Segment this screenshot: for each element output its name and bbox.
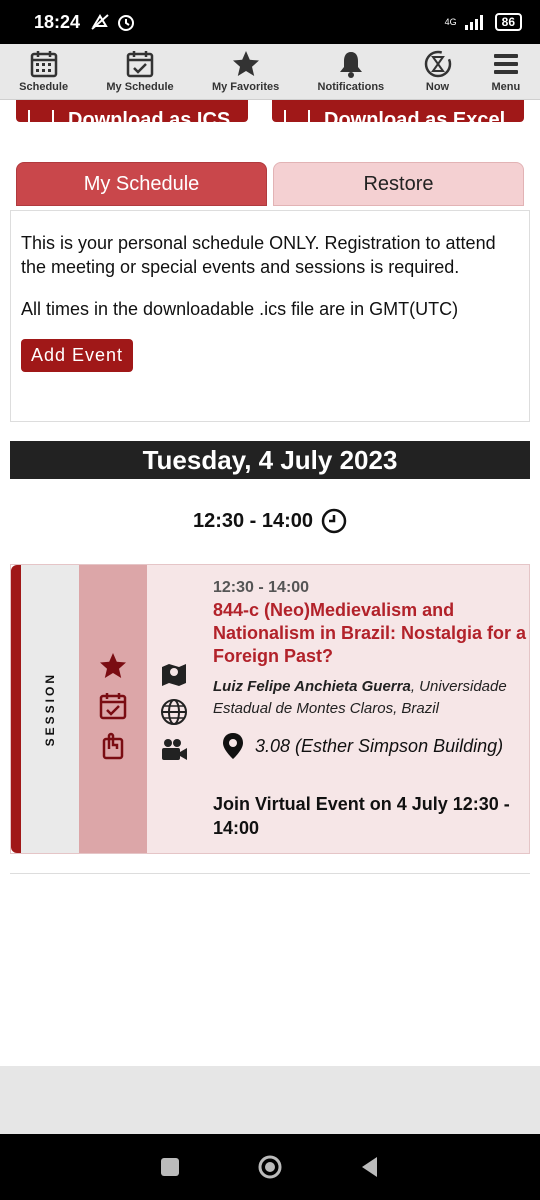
muted-icon (91, 14, 109, 30)
clipboard-hand-icon[interactable] (98, 731, 128, 761)
author-name: Luiz Felipe Anchieta Guerra (213, 678, 411, 695)
nav-my-schedule[interactable]: My Schedule (106, 49, 174, 93)
schedule-tabs: My Schedule Restore (16, 162, 524, 206)
session-author: Luiz Felipe Anchieta Guerra, Universidad… (213, 676, 527, 720)
recents-icon[interactable] (157, 1154, 183, 1180)
info-panel: This is your personal schedule ONLY. Reg… (10, 210, 530, 422)
nav-now[interactable]: Now (423, 49, 453, 93)
join-virtual-link[interactable]: Join Virtual Event on 4 July 12:30 - 14:… (213, 792, 527, 840)
home-icon[interactable] (257, 1154, 283, 1180)
status-time: 18:24 (34, 11, 81, 32)
session-title[interactable]: 844-c (Neo)Medievalism and Nationalism i… (213, 599, 527, 668)
alarm-icon (118, 15, 135, 31)
session-type-icons (159, 659, 189, 765)
download-ics-button[interactable]: Download as ICS (16, 100, 248, 122)
nav-notifications[interactable]: Notifications (318, 49, 384, 93)
session-card[interactable]: SESSION 12:30 - 14:00 844-c (Neo)Medieva… (10, 564, 530, 854)
calendar-check-icon[interactable] (98, 691, 128, 721)
tab-my-schedule[interactable]: My Schedule (16, 162, 267, 206)
calendar-check-icon (126, 51, 154, 78)
hourglass-icon (424, 50, 451, 78)
info-text-registration: This is your personal schedule ONLY. Reg… (21, 233, 496, 277)
network-label: 4G (444, 16, 457, 27)
calendar-grid-icon (30, 51, 57, 78)
time-slot-header: 12:30 - 14:00 (0, 508, 540, 534)
time-slot-label: 12:30 - 14:00 (192, 509, 314, 532)
clock-icon (321, 508, 347, 534)
favorite-star-icon[interactable] (98, 651, 128, 681)
status-bar: 18:24 4G 86 (0, 0, 540, 44)
signal-icon (464, 15, 483, 30)
battery-indicator: 86 (494, 13, 522, 31)
nav-schedule[interactable]: Schedule (19, 49, 68, 93)
download-excel-button[interactable]: Download as Excel (272, 100, 524, 122)
calendar-icon (28, 110, 54, 122)
android-nav-bar (0, 1134, 540, 1200)
bell-icon (339, 52, 362, 78)
day-header: Tuesday, 4 July 2023 (10, 441, 530, 479)
star-icon (232, 51, 259, 76)
location-pin-icon (223, 733, 243, 759)
session-location: 3.08 (Esther Simpson Building) (221, 732, 527, 760)
hamburger-icon (493, 54, 518, 74)
map-pin-icon (162, 664, 186, 686)
nav-my-favorites[interactable]: My Favorites (212, 49, 279, 93)
location-label: 3.08 (Esther Simpson Building) (255, 735, 504, 756)
back-icon[interactable] (357, 1154, 383, 1180)
session-accent-bar (11, 565, 21, 853)
footer-area (0, 1066, 540, 1134)
session-time: 12:30 - 14:00 (213, 579, 310, 596)
session-type-column: SESSION (21, 565, 79, 853)
top-nav: Schedule My Schedule My Favorites Notifi… (0, 44, 540, 100)
globe-icon (161, 699, 187, 725)
session-type-label: SESSION (43, 671, 57, 747)
session-actions (79, 565, 147, 853)
info-text-timezone: All times in the downloadable .ics file … (21, 299, 459, 319)
divider (10, 873, 530, 874)
nav-menu[interactable]: Menu (491, 49, 521, 93)
video-camera-icon (162, 739, 187, 760)
excel-icon (284, 110, 310, 122)
session-details: 12:30 - 14:00 844-c (Neo)Medievalism and… (147, 565, 529, 853)
add-event-button[interactable]: Add Event (21, 339, 134, 372)
tab-restore[interactable]: Restore (273, 162, 524, 206)
download-row: Download as ICS Download as Excel (16, 100, 524, 122)
